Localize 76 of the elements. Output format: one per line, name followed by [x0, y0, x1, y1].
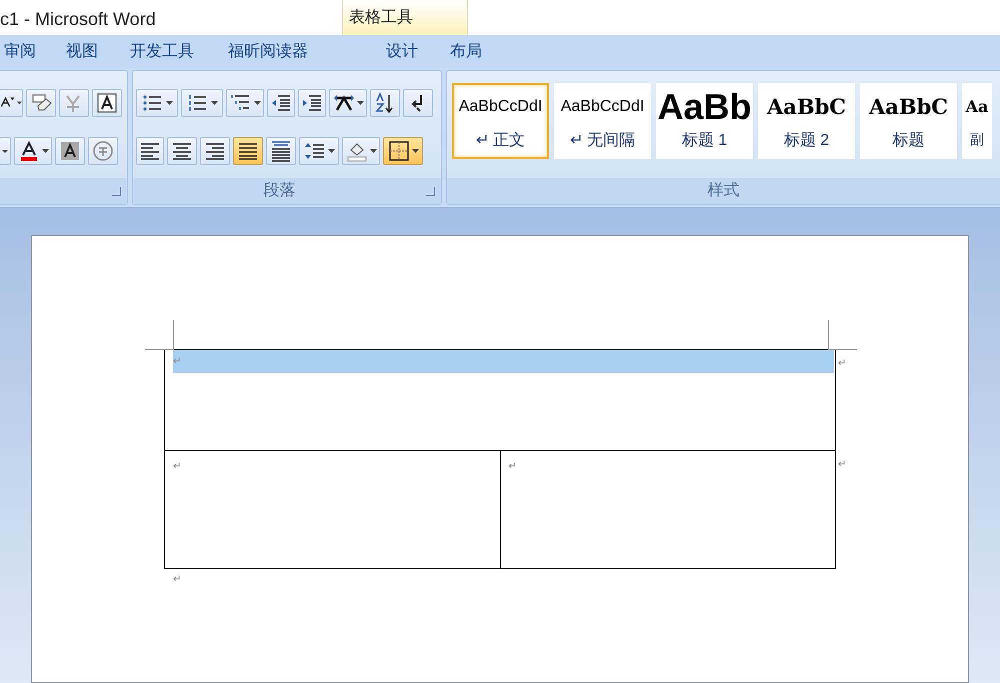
ribbon-tab[interactable]: 设计 — [382, 36, 446, 66]
toolbar-button[interactable] — [181, 89, 223, 117]
toolbar-button[interactable] — [370, 89, 400, 117]
ribbon-tab[interactable]: 视图 — [62, 36, 126, 66]
toolbar-button[interactable] — [167, 137, 197, 165]
style-name: ↵ 无间隔 — [570, 131, 636, 151]
toolbar-button[interactable] — [136, 137, 164, 165]
paragraph-mark: ↵ — [173, 350, 834, 373]
toolbar-button[interactable] — [26, 89, 56, 117]
numbered-list-icon — [186, 92, 208, 114]
style-name: 标题 2 — [784, 131, 830, 151]
toolbar-button[interactable] — [298, 89, 326, 117]
group-label: 段落 — [262, 180, 296, 201]
style-name: 标题 — [892, 131, 924, 151]
style-swatch[interactable]: AaBbCcDdI ↵ 无间隔 — [554, 83, 651, 159]
style-preview: Aa — [966, 96, 988, 118]
style-swatch[interactable]: Aa 副 — [962, 83, 992, 159]
style-preview: AaBbC — [766, 93, 846, 121]
toolbar-button[interactable] — [403, 89, 433, 117]
caret-icon — [166, 101, 172, 105]
toolbar-button[interactable] — [136, 89, 178, 117]
caret-icon — [412, 149, 418, 153]
caret-icon — [210, 101, 218, 105]
toolbar-button[interactable] — [266, 137, 296, 165]
dialog-launcher-icon[interactable] — [112, 186, 121, 196]
toolbar-button[interactable] — [299, 137, 339, 165]
table-cell[interactable]: ↵ — [500, 451, 835, 568]
toolbar-button[interactable] — [0, 137, 11, 165]
dialog-launcher-icon[interactable] — [426, 186, 435, 196]
paragraph-mark: ↵ — [508, 460, 518, 474]
ribbon-tab[interactable]: 开发工具 — [126, 36, 224, 66]
caret-icon — [17, 101, 22, 105]
style-swatch[interactable]: AaBbC 标题 2 — [758, 83, 855, 159]
window-title: c1 - Microsoft Word — [0, 8, 157, 31]
toolbar-button[interactable] — [342, 137, 380, 165]
style-preview: AaBb — [658, 85, 751, 129]
toolbar-button[interactable] — [383, 137, 423, 165]
style-preview: AaBbC — [868, 93, 948, 121]
style-swatch[interactable]: AaBb 标题 1 — [656, 83, 753, 159]
style-preview: AaBbCcDdI — [458, 97, 542, 117]
style-name: ↵ 正文 — [476, 130, 526, 151]
group-label: 样式 — [706, 180, 740, 201]
toolbar-button[interactable] — [226, 89, 264, 117]
distribute-icon — [270, 140, 292, 162]
caret-icon — [356, 101, 364, 105]
shaded-letter-icon — [59, 140, 81, 162]
ribbon-tab[interactable]: 福昕阅读器 — [224, 36, 350, 66]
row-end-mark: ↵ — [838, 357, 846, 371]
style-name: 副 — [970, 130, 984, 149]
toolbar-button[interactable] — [55, 137, 85, 165]
style-swatch[interactable]: AaBbC 标题 — [860, 83, 957, 159]
borders-icon — [388, 140, 410, 162]
toolbar-button[interactable] — [14, 137, 52, 165]
toolbar-button[interactable] — [267, 89, 295, 117]
caret-icon — [370, 149, 376, 153]
style-swatch[interactable]: AaBbCcDdI ↵ 正文 — [452, 83, 549, 159]
caret-icon — [42, 149, 48, 153]
bordered-letter-icon — [96, 92, 118, 114]
row-end-mark: ↵ — [838, 458, 846, 472]
paragraph-mark: ↵ — [173, 460, 182, 474]
style-name: 标题 1 — [682, 131, 728, 151]
style-preview: AaBbCcDdI — [560, 97, 644, 117]
circled-character-icon — [92, 140, 114, 162]
caret-icon — [328, 149, 334, 153]
toolbar-button[interactable] — [92, 89, 122, 117]
ribbon-tab[interactable]: 布局 — [446, 36, 506, 66]
toolbar-button[interactable] — [200, 137, 230, 165]
caret-icon — [2, 150, 8, 152]
context-tab-label: 表格工具 — [342, 0, 468, 35]
toolbar-button[interactable] — [329, 89, 367, 117]
toolbar-button[interactable] — [233, 137, 263, 165]
toolbar-button[interactable] — [0, 89, 23, 117]
ribbon-tab[interactable]: 审阅 — [0, 36, 62, 66]
table-cell[interactable]: ↵ — [165, 451, 500, 568]
caret-icon — [254, 101, 260, 105]
paragraph-mark: ↵ — [172, 573, 182, 587]
